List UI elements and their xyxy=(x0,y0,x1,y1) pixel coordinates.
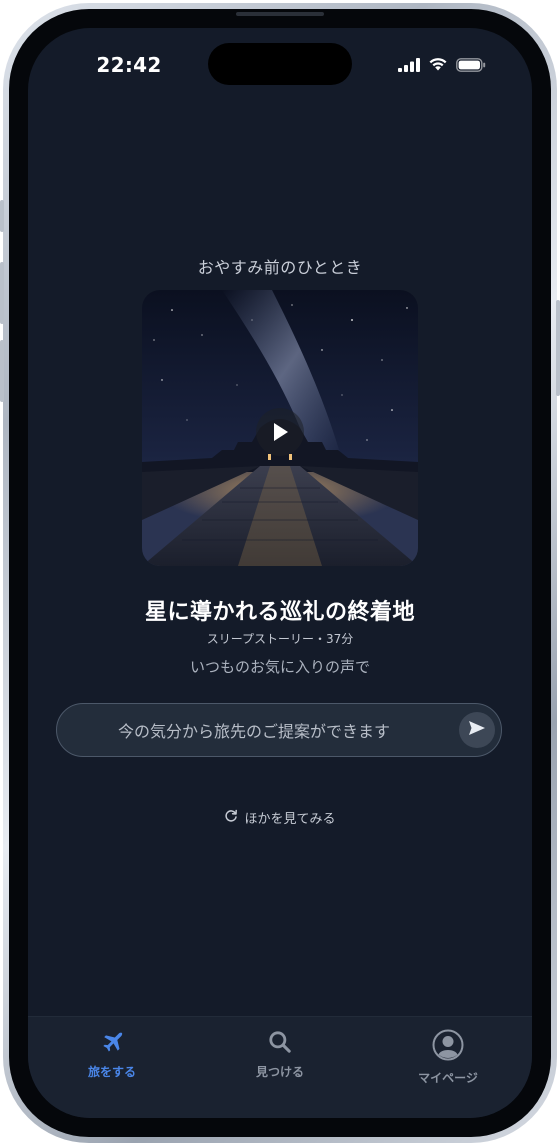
send-button[interactable] xyxy=(459,712,495,748)
voice-note: いつものお気に入りの声で xyxy=(189,658,370,676)
tab-discover[interactable]: 見つける xyxy=(225,1029,335,1089)
story-meta: スリープストーリー・37分 xyxy=(206,632,354,646)
dynamic-island xyxy=(208,43,352,85)
refresh-icon xyxy=(224,809,238,827)
airplane-icon xyxy=(99,1029,125,1059)
story-title: 星に導かれる巡礼の終着地 xyxy=(144,600,415,625)
action-button xyxy=(0,200,4,232)
section-kicker: おやすみ前のひととき xyxy=(197,258,363,277)
tab-label-travel: 旅をする xyxy=(87,1065,136,1079)
tab-label-discover: 見つける xyxy=(255,1065,304,1079)
volume-down-button xyxy=(0,340,4,402)
earpiece-speaker xyxy=(236,12,324,16)
tab-bar: 旅をする 見つける マイページ xyxy=(28,1016,532,1118)
status-time: 22:42 xyxy=(96,53,162,77)
battery-icon xyxy=(456,57,486,76)
see-more-label: ほかを見てみる xyxy=(244,812,336,827)
power-button xyxy=(556,300,560,396)
mood-prompt-bar xyxy=(56,703,502,758)
cellular-signal-icon xyxy=(398,57,420,76)
search-icon xyxy=(267,1029,293,1059)
wifi-icon xyxy=(428,57,448,76)
tab-label-mypage: マイページ xyxy=(418,1071,478,1085)
tab-mypage[interactable]: マイページ xyxy=(393,1029,503,1089)
send-icon xyxy=(468,720,486,740)
story-artwork[interactable] xyxy=(142,290,418,566)
app-screen: 22:42 おやすみ前のひととき 星に導かれる巡礼の終着地 スリープストーリー・… xyxy=(28,28,532,1118)
play-button[interactable] xyxy=(256,408,304,456)
see-more-button[interactable]: ほかを見てみる xyxy=(28,808,532,827)
user-icon xyxy=(432,1029,464,1065)
volume-up-button xyxy=(0,262,4,324)
mood-prompt-input[interactable] xyxy=(77,704,431,758)
status-icons xyxy=(398,57,486,76)
tab-travel[interactable]: 旅をする xyxy=(57,1029,167,1089)
play-icon xyxy=(271,422,289,442)
